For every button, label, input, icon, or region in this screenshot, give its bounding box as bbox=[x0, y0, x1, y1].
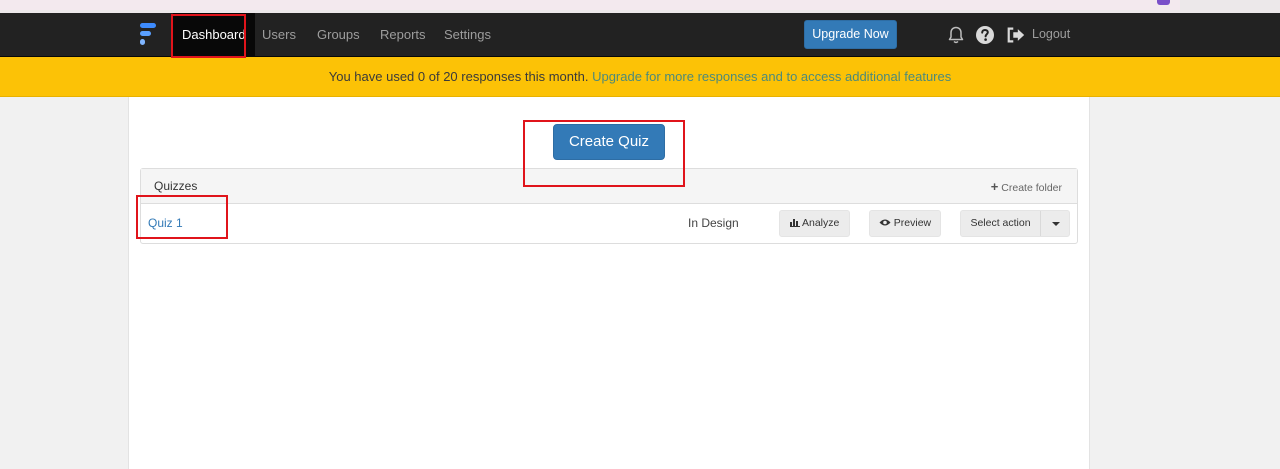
browser-top-strip bbox=[0, 0, 1280, 13]
preview-button[interactable]: Preview bbox=[869, 210, 941, 237]
usage-banner: You have used 0 of 20 responses this mon… bbox=[0, 57, 1280, 97]
analyze-label: Analyze bbox=[801, 217, 840, 229]
nav-dashboard[interactable]: Dashboard bbox=[173, 13, 255, 56]
table-header: Quizzes + Create folder bbox=[141, 169, 1077, 204]
quizzes-table: Quizzes + Create folder Quiz 1 In Design… bbox=[140, 168, 1078, 244]
analyze-button[interactable]: Analyze bbox=[779, 210, 850, 237]
top-navbar: Dashboard Users Groups Reports Settings … bbox=[0, 13, 1280, 57]
extension-icon[interactable] bbox=[1157, 0, 1170, 5]
brand-logo-icon[interactable] bbox=[139, 22, 159, 46]
strip-shade bbox=[0, 0, 1180, 10]
select-action-label[interactable]: Select action bbox=[961, 211, 1040, 236]
nav-settings[interactable]: Settings bbox=[444, 13, 491, 56]
bar-chart-icon bbox=[789, 219, 800, 228]
upgrade-now-button[interactable]: Upgrade Now bbox=[804, 20, 897, 49]
nav-users[interactable]: Users bbox=[262, 13, 296, 56]
create-quiz-button[interactable]: Create Quiz bbox=[553, 124, 665, 160]
logout-link[interactable]: Logout bbox=[1032, 13, 1070, 56]
banner-upgrade-link[interactable]: Upgrade for more responses and to access… bbox=[592, 69, 951, 84]
nav-groups[interactable]: Groups bbox=[317, 13, 360, 56]
select-action-dropdown[interactable]: Select action bbox=[960, 210, 1070, 237]
caret-down-icon bbox=[1052, 222, 1060, 226]
logout-icon[interactable] bbox=[1006, 25, 1026, 45]
banner-text: You have used 0 of 20 responses this mon… bbox=[328, 69, 589, 84]
bell-icon[interactable] bbox=[946, 25, 966, 45]
select-action-toggle[interactable] bbox=[1040, 211, 1070, 236]
create-folder-label: Create folder bbox=[1001, 182, 1062, 194]
preview-label: Preview bbox=[893, 217, 932, 229]
eye-icon bbox=[879, 219, 891, 226]
help-icon[interactable] bbox=[975, 25, 995, 45]
plus-icon: + bbox=[990, 179, 999, 194]
nav-reports[interactable]: Reports bbox=[380, 13, 426, 56]
quiz-status: In Design bbox=[688, 216, 739, 230]
create-folder-button[interactable]: + Create folder bbox=[991, 169, 1062, 206]
quiz-name-link[interactable]: Quiz 1 bbox=[148, 204, 183, 242]
table-title: Quizzes bbox=[154, 179, 198, 193]
